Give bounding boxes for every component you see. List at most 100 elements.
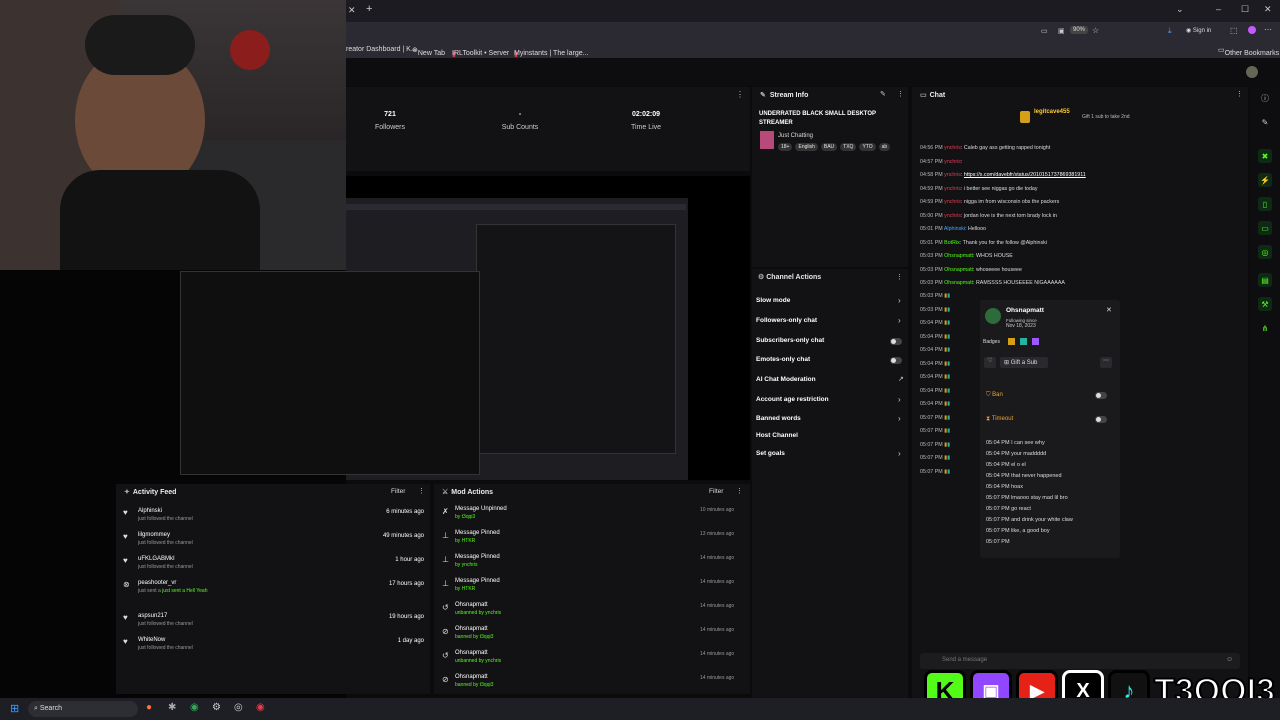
zoom-level[interactable]: 90% (1070, 26, 1089, 34)
chat-username[interactable]: ynchris (944, 186, 961, 192)
chat-message: 05:07 PM ▮▮ (920, 468, 951, 475)
chrome-icon[interactable]: ◉ (190, 702, 199, 713)
chat-username[interactable]: Ohsnapmatt (944, 280, 973, 286)
chat-input[interactable]: Send a message ☺ (920, 653, 1240, 669)
sign-in-button[interactable]: ◉ Sign in (1186, 27, 1211, 34)
action-set-goals[interactable]: Set goals (756, 450, 785, 457)
more-icon[interactable]: ⋮ (896, 273, 903, 281)
app-icon[interactable]: ✱ (168, 702, 176, 713)
translate-icon[interactable]: ▣ (1058, 27, 1065, 35)
chat-username[interactable]: ynchris (944, 172, 961, 178)
chevron-right-icon[interactable]: › (898, 414, 901, 423)
heart-icon[interactable]: ♡ (984, 357, 996, 368)
start-icon[interactable]: ⊞ (10, 702, 19, 715)
extensions-icon[interactable]: ⬚ (1230, 26, 1238, 35)
tab-list-icon[interactable]: ⌄ (1176, 4, 1184, 15)
obs-icon[interactable]: ◎ (234, 702, 243, 713)
minimize-icon[interactable]: – (1216, 4, 1221, 14)
gifter-name[interactable]: legitcave455 (1034, 109, 1070, 115)
info-icon[interactable]: ⓘ (1258, 91, 1272, 105)
timeout-toggle[interactable] (1095, 416, 1107, 423)
tag[interactable]: YTO (859, 143, 876, 151)
more-options-icon[interactable]: ⋯ (1100, 357, 1112, 368)
action-ai-moderation[interactable]: AI Chat Moderation (756, 376, 816, 383)
action-emotes-only[interactable]: Emotes-only chat (756, 356, 810, 363)
broadcast-icon[interactable]: ◎ (1258, 245, 1272, 259)
menu-icon[interactable]: ⋯ (1264, 25, 1272, 34)
tag[interactable]: English (795, 143, 818, 151)
reader-icon[interactable]: ▭ (1041, 27, 1048, 35)
maximize-icon[interactable]: ☐ (1241, 4, 1249, 15)
chat-username[interactable]: Alphinski (944, 226, 965, 232)
chevron-right-icon[interactable]: › (898, 449, 901, 458)
gift-sub-button[interactable]: ⊞ Gift a Sub (1000, 357, 1048, 368)
stream-preview[interactable] (180, 176, 750, 480)
taskbar-search[interactable]: ⌕ Search (28, 701, 138, 717)
close-tab-icon[interactable]: ✕ (348, 5, 356, 16)
close-window-icon[interactable]: ✕ (1264, 4, 1272, 15)
action-subscribers-only[interactable]: Subscribers-only chat (756, 337, 824, 344)
chevron-right-icon[interactable]: › (898, 296, 901, 305)
chat-username[interactable]: ynchris (944, 145, 961, 151)
chat-message: 04:59 PM ynchris: nigga im from wisconsi… (920, 199, 1060, 205)
more-icon[interactable]: ⋮ (736, 487, 743, 495)
avatar[interactable] (1246, 66, 1258, 78)
ban-toggle[interactable] (1095, 392, 1107, 399)
stream-title: UNDERRATED BLACK SMALL DESKTOP STREAMER (759, 111, 876, 126)
chat-username[interactable]: Ohsnapmatt (944, 253, 973, 259)
more-icon[interactable]: ⋮ (418, 487, 425, 495)
bolt-icon[interactable]: ⚡ (1258, 173, 1272, 187)
action-slow-mode[interactable]: Slow mode (756, 297, 790, 304)
bookmark-item[interactable]: reator Dashboard | K... (346, 46, 417, 53)
tag[interactable]: TXQ (840, 143, 857, 151)
profile-icon[interactable] (1248, 26, 1256, 34)
pencil-icon[interactable]: ✎ (1258, 115, 1272, 129)
external-link-icon[interactable]: ↗ (898, 375, 904, 383)
emotes-only-toggle[interactable] (890, 357, 902, 364)
mod-action-item: Ohsnapmatt unbanned by ynchris (455, 650, 502, 664)
chevron-right-icon[interactable]: › (898, 316, 901, 325)
chat-username[interactable]: BotRix (944, 240, 960, 246)
chat-username[interactable]: ynchris (944, 199, 961, 205)
tag[interactable]: 18+ (778, 143, 793, 151)
chat-message: 05:01 PM BotRix: Thank you for the follo… (920, 239, 1047, 246)
chat-username[interactable]: ynchris (944, 159, 961, 165)
category-name[interactable]: Just Chatting (778, 133, 813, 139)
emoji-icon[interactable]: ☺ (1226, 656, 1233, 663)
action-followers-only[interactable]: Followers-only chat (756, 317, 817, 324)
save-icon[interactable]: ▤ (1258, 273, 1272, 287)
subscribers-only-toggle[interactable] (890, 338, 902, 345)
download-icon[interactable]: ⤓ (1168, 26, 1172, 36)
tag[interactable]: BAU (820, 143, 838, 151)
filter-button[interactable]: Filter (391, 488, 405, 495)
panel-header: ⚔ Mod Actions (442, 488, 494, 497)
filter-button[interactable]: Filter (709, 488, 723, 495)
new-tab-icon[interactable]: + (366, 3, 372, 15)
kick-icon[interactable]: ✖ (1258, 149, 1272, 163)
chat-username[interactable]: Ohsnapmatt (944, 267, 973, 273)
close-icon[interactable]: ✕ (1106, 306, 1112, 314)
wrench-icon[interactable]: ⚒ (1258, 297, 1272, 311)
chevron-right-icon[interactable]: › (898, 395, 901, 404)
more-icon[interactable]: ⋮ (736, 90, 744, 99)
more-icon[interactable]: ⋮ (1236, 90, 1243, 98)
action-account-age[interactable]: Account age restriction (756, 396, 829, 403)
chat-icon[interactable]: ▭ (1258, 221, 1272, 235)
action-host-channel[interactable]: Host Channel (756, 432, 798, 439)
file-icon[interactable]: ▯ (1258, 197, 1272, 211)
tag[interactable]: ab (878, 143, 891, 151)
record-icon[interactable]: ◉ (256, 702, 265, 713)
bookmark-item[interactable]: ⊕ New Tab (412, 46, 445, 57)
edit-icon[interactable]: ✎ (880, 90, 886, 98)
heart-icon: ♥ (123, 508, 128, 517)
other-bookmarks[interactable]: ▭ Other Bookmarks (1218, 46, 1279, 57)
settings-icon[interactable]: ⚙ (212, 702, 221, 713)
bookmark-star-icon[interactable]: ☆ (1092, 26, 1099, 35)
chat-message: 05:07 PM ▮▮ (920, 455, 951, 461)
more-icon[interactable]: ⋮ (897, 90, 904, 98)
chat-username[interactable]: ynchris (944, 213, 961, 219)
share-icon[interactable]: ⋔ (1258, 321, 1272, 335)
action-banned-words[interactable]: Banned words (756, 415, 801, 422)
firefox-icon[interactable]: ● (146, 702, 152, 713)
user-card-name[interactable]: Ohsnapmatt (1006, 307, 1044, 314)
